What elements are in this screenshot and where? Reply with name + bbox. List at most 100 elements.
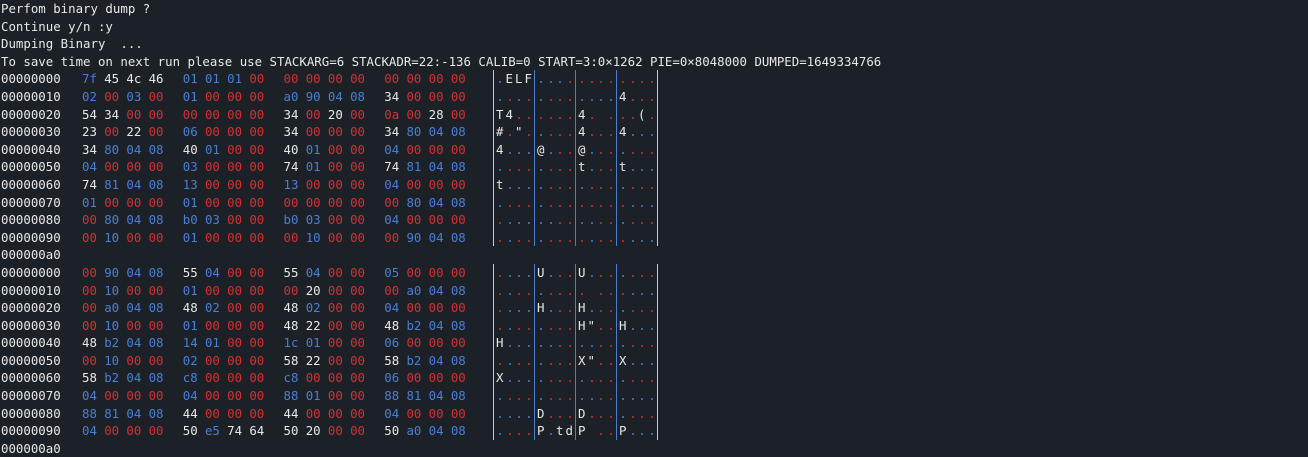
ascii-nonprintable	[629, 70, 639, 88]
ascii-group: ELF	[496, 70, 534, 88]
nonprintable-dot	[549, 116, 552, 119]
hex-byte: 44	[182, 405, 198, 421]
hex-byte: 00	[305, 370, 321, 386]
column-separator	[493, 87, 494, 106]
hex-byte: 00	[249, 124, 265, 140]
hex-byte: 08	[148, 335, 164, 351]
hex-byte: 08	[450, 317, 466, 333]
nonprintable-dot	[499, 169, 501, 172]
ascii-nonprintable	[629, 106, 639, 124]
byte-group: 04 00 00 00	[82, 387, 171, 405]
nonprintable-dot	[559, 310, 561, 313]
ascii-nonprintable	[556, 369, 566, 387]
column-separator	[575, 105, 576, 124]
hex-byte: 50	[384, 423, 400, 439]
nonprintable-dot	[609, 239, 612, 242]
nonprintable-dot	[499, 362, 501, 365]
nonprintable-dot	[499, 398, 501, 401]
dump-row: 00000000 00 90 04 08 55 04 00 00 55 04 00 00 05 00 00 00…	[1, 263, 1308, 282]
nonprintable-dot	[518, 398, 520, 401]
byte-group: 00 80 04 08	[82, 211, 171, 229]
ascii-nonprintable	[515, 106, 525, 124]
column-separator	[575, 228, 576, 247]
dump-row: 00000020 54 34 00 00 00 00 00 00 34 00 20 00 0a 00 28 00…	[1, 105, 1308, 124]
ascii-nonprintable	[619, 405, 629, 423]
ascii-char: E	[505, 71, 513, 87]
hex-byte: 00	[406, 176, 422, 192]
nonprintable-dot	[631, 186, 634, 189]
terminal-window[interactable]: Perfom binary dump ? Continue y/n :y Dum…	[0, 0, 1308, 457]
ascii-char: D	[578, 405, 586, 421]
hex-byte: 22	[126, 124, 142, 140]
hex-byte: 00	[126, 388, 142, 404]
nonprintable-dot	[559, 186, 561, 189]
nonprintable-dot	[650, 222, 653, 225]
hex-byte: 00	[305, 106, 321, 122]
row-offset: 00000050	[1, 352, 61, 368]
hex-byte: 40	[182, 141, 198, 157]
ascii-group	[537, 352, 575, 370]
hex-byte: 44	[283, 405, 299, 421]
hex-byte: 00	[126, 352, 142, 368]
hex-byte: 00	[406, 370, 422, 386]
hex-byte: 00	[148, 317, 164, 333]
hex-byte: 34	[283, 124, 299, 140]
ascii-group	[537, 194, 575, 212]
hex-byte: 00	[406, 405, 422, 421]
ascii-nonprintable	[525, 317, 535, 335]
column-separator	[616, 404, 617, 423]
ascii-nonprintable	[588, 264, 598, 282]
hex-byte: 01	[204, 71, 220, 87]
nonprintable-dot	[499, 327, 501, 330]
nonprintable-dot	[549, 186, 552, 189]
nonprintable-dot	[600, 204, 602, 207]
hex-byte: 10	[104, 317, 120, 333]
column-separator	[616, 87, 617, 106]
ascii-char: 4	[578, 106, 586, 122]
nonprintable-dot	[508, 380, 511, 383]
nonprintable-dot	[499, 433, 501, 436]
nonprintable-dot	[527, 222, 530, 225]
hex-byte: 04	[126, 141, 142, 157]
hex-byte: 00	[350, 212, 365, 228]
byte-group: 01 00 00 00	[183, 229, 272, 247]
nonprintable-dot	[527, 310, 530, 313]
hex-byte: b2	[406, 352, 422, 368]
hex-byte: 00	[350, 335, 365, 351]
byte-group: 40 01 00 00	[183, 141, 272, 159]
ascii-group: U	[578, 264, 616, 282]
hex-byte: 00	[327, 300, 343, 316]
ascii-nonprintable	[607, 88, 617, 106]
byte-group: 00 10 00 00	[82, 282, 171, 300]
ascii-nonprintable	[638, 334, 648, 352]
nonprintable-dot	[650, 433, 653, 436]
ascii-nonprintable	[547, 123, 557, 141]
ascii-nonprintable	[648, 422, 658, 440]
column-separator	[575, 175, 576, 194]
hex-byte: 00	[249, 370, 265, 386]
ascii-char: "	[587, 317, 595, 333]
nonprintable-dot	[622, 345, 624, 348]
hex-byte: 00	[148, 106, 164, 122]
ascii-group	[496, 264, 534, 282]
hex-byte: 48	[384, 317, 400, 333]
ascii-char: H	[619, 317, 627, 333]
hex-byte: 34	[104, 106, 120, 122]
ascii-nonprintable	[566, 88, 576, 106]
ascii-nonprintable	[547, 352, 557, 370]
hex-byte: 00	[227, 282, 243, 298]
ascii-nonprintable	[496, 211, 506, 229]
nonprintable-dot	[631, 81, 634, 84]
byte-group: 05 00 00 00	[384, 264, 473, 282]
ascii-column: X	[493, 369, 660, 388]
hex-byte: 01	[182, 88, 198, 104]
column-separator	[657, 387, 658, 405]
ascii-char: @	[537, 141, 545, 157]
dump-row: 00000090 04 00 00 00 50 e5 74 64 50 20 00 00 50 a0 04 08…	[1, 422, 1308, 440]
hex-byte: 00	[204, 194, 220, 210]
hex-byte: 00	[350, 300, 365, 316]
ascii-nonprintable	[588, 211, 598, 229]
nonprintable-dot	[590, 415, 593, 418]
hex-byte: 03	[126, 88, 142, 104]
ascii-group	[578, 387, 616, 405]
